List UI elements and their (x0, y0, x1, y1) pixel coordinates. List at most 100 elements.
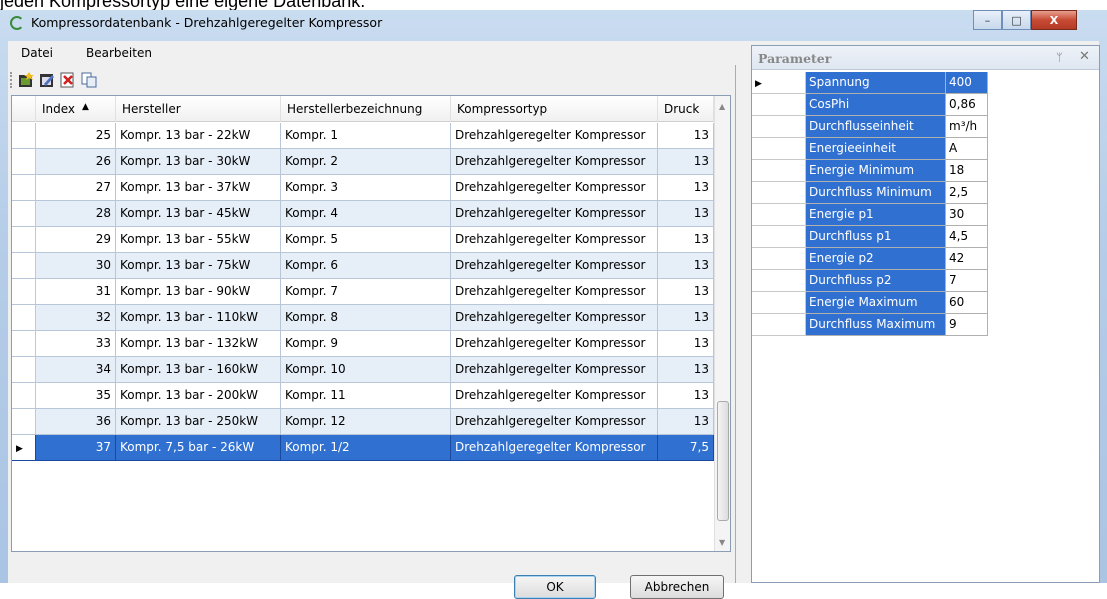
cell-typ[interactable]: Drehzahlgeregelter Kompressor (451, 253, 658, 279)
minimize-button[interactable]: – (973, 10, 1002, 30)
row-selector[interactable] (12, 123, 36, 149)
parameter-value[interactable]: 18 (946, 160, 988, 182)
cell-hersteller[interactable]: Kompr. 13 bar - 160kW (116, 357, 281, 383)
cell-typ[interactable]: Drehzahlgeregelter Kompressor (451, 383, 658, 409)
cell-typ[interactable]: Drehzahlgeregelter Kompressor (451, 409, 658, 435)
cell-druck[interactable]: 7,5 (658, 435, 714, 461)
row-selector[interactable] (12, 409, 36, 435)
toolbar-grip[interactable] (10, 72, 13, 88)
cell-typ[interactable]: Drehzahlgeregelter Kompressor (451, 123, 658, 149)
cell-bezeichnung[interactable]: Kompr. 7 (281, 279, 451, 305)
cell-druck[interactable]: 13 (658, 279, 714, 305)
parameter-value[interactable]: 0,86 (946, 94, 988, 116)
cell-hersteller[interactable]: Kompr. 13 bar - 75kW (116, 253, 281, 279)
cell-bezeichnung[interactable]: Kompr. 12 (281, 409, 451, 435)
cell-bezeichnung[interactable]: Kompr. 11 (281, 383, 451, 409)
cell-druck[interactable]: 13 (658, 201, 714, 227)
cell-druck[interactable]: 13 (658, 331, 714, 357)
header-herstellerbezeichnung[interactable]: Herstellerbezeichnung (281, 96, 451, 122)
parameter-row-selector[interactable] (752, 248, 806, 270)
row-selector[interactable] (12, 279, 36, 305)
cell-hersteller[interactable]: Kompr. 13 bar - 90kW (116, 279, 281, 305)
parameter-row-selector[interactable] (752, 292, 806, 314)
new-record-icon[interactable] (18, 72, 34, 88)
cell-typ[interactable]: Drehzahlgeregelter Kompressor (451, 435, 658, 461)
header-index[interactable]: Index (36, 96, 116, 122)
cell-hersteller[interactable]: Kompr. 13 bar - 37kW (116, 175, 281, 201)
row-selector[interactable] (12, 357, 36, 383)
table-row[interactable]: 30 Kompr. 13 bar - 75kW Kompr. 6 Drehzahlge… (12, 253, 714, 279)
cell-index[interactable]: 36 (36, 409, 116, 435)
copy-record-icon[interactable] (81, 72, 97, 88)
table-row[interactable]: 29 Kompr. 13 bar - 55kW Kompr. 5 Drehzahlge… (12, 227, 714, 253)
cell-hersteller[interactable]: Kompr. 13 bar - 132kW (116, 331, 281, 357)
cell-index[interactable]: 37 (36, 435, 116, 461)
cell-index[interactable]: 27 (36, 175, 116, 201)
cell-bezeichnung[interactable]: Kompr. 2 (281, 149, 451, 175)
cell-druck[interactable]: 13 (658, 149, 714, 175)
header-kompressortyp[interactable]: Kompressortyp (451, 96, 658, 122)
cell-druck[interactable]: 13 (658, 357, 714, 383)
parameter-value[interactable]: 42 (946, 248, 988, 270)
cell-hersteller[interactable]: Kompr. 13 bar - 22kW (116, 123, 281, 149)
vertical-scrollbar[interactable]: ▲ ▼ (714, 96, 730, 551)
parameter-row-selector[interactable] (752, 116, 806, 138)
cell-hersteller[interactable]: Kompr. 13 bar - 200kW (116, 383, 281, 409)
cell-bezeichnung[interactable]: Kompr. 8 (281, 305, 451, 331)
row-selector[interactable] (12, 383, 36, 409)
cell-druck[interactable]: 13 (658, 253, 714, 279)
cell-index[interactable]: 29 (36, 227, 116, 253)
parameter-value[interactable]: 4,5 (946, 226, 988, 248)
row-selector[interactable] (12, 253, 36, 279)
cell-index[interactable]: 32 (36, 305, 116, 331)
cell-index[interactable]: 33 (36, 331, 116, 357)
table-row[interactable]: 35 Kompr. 13 bar - 200kW Kompr. 11 Drehzahl… (12, 383, 714, 409)
parameter-row-selector[interactable] (752, 314, 806, 336)
cell-hersteller[interactable]: Kompr. 13 bar - 110kW (116, 305, 281, 331)
cell-index[interactable]: 28 (36, 201, 116, 227)
maximize-button[interactable]: □ (1002, 10, 1031, 30)
cell-bezeichnung[interactable]: Kompr. 3 (281, 175, 451, 201)
cell-hersteller[interactable]: Kompr. 13 bar - 55kW (116, 227, 281, 253)
parameter-value[interactable]: 60 (946, 292, 988, 314)
close-button[interactable]: X (1031, 10, 1077, 30)
cell-druck[interactable]: 13 (658, 227, 714, 253)
cell-typ[interactable]: Drehzahlgeregelter Kompressor (451, 227, 658, 253)
panel-close-icon[interactable]: ✕ (1079, 49, 1090, 64)
cell-druck[interactable]: 13 (658, 123, 714, 149)
cell-druck[interactable]: 13 (658, 383, 714, 409)
cell-typ[interactable]: Drehzahlgeregelter Kompressor (451, 175, 658, 201)
parameter-row-selector[interactable] (752, 204, 806, 226)
cell-typ[interactable]: Drehzahlgeregelter Kompressor (451, 201, 658, 227)
cell-index[interactable]: 30 (36, 253, 116, 279)
table-row[interactable]: 26 Kompr. 13 bar - 30kW Kompr. 2 Drehzahlge… (12, 149, 714, 175)
parameter-row-selector[interactable] (752, 160, 806, 182)
row-selector[interactable] (12, 331, 36, 357)
header-hersteller[interactable]: Hersteller (116, 96, 281, 122)
ok-button[interactable]: OK (514, 575, 596, 599)
cell-index[interactable]: 25 (36, 123, 116, 149)
table-row[interactable]: 31 Kompr. 13 bar - 90kW Kompr. 7 Drehzahlge… (12, 279, 714, 305)
table-row[interactable]: ▶ 37 Kompr. 7,5 bar - 26kW Kompr. 1/2 Drehza… (12, 435, 714, 461)
parameter-value[interactable]: m³/h (946, 116, 988, 138)
menu-datei[interactable]: Datei (21, 46, 53, 60)
cancel-button[interactable]: Abbrechen (630, 575, 724, 599)
parameter-value[interactable]: A (946, 138, 988, 160)
cell-hersteller[interactable]: Kompr. 13 bar - 45kW (116, 201, 281, 227)
table-row[interactable]: 36 Kompr. 13 bar - 250kW Kompr. 12 Drehzahl… (12, 409, 714, 435)
scroll-thumb[interactable] (717, 401, 729, 521)
cell-index[interactable]: 34 (36, 357, 116, 383)
scroll-up-icon[interactable]: ▲ (719, 102, 725, 111)
cell-druck[interactable]: 13 (658, 175, 714, 201)
parameter-row-selector[interactable] (752, 270, 806, 292)
row-selector[interactable] (12, 305, 36, 331)
cell-druck[interactable]: 13 (658, 305, 714, 331)
cell-index[interactable]: 35 (36, 383, 116, 409)
row-selector[interactable] (12, 149, 36, 175)
parameter-value[interactable]: 9 (946, 314, 988, 336)
cell-index[interactable]: 26 (36, 149, 116, 175)
cell-bezeichnung[interactable]: Kompr. 5 (281, 227, 451, 253)
cell-bezeichnung[interactable]: Kompr. 4 (281, 201, 451, 227)
cell-index[interactable]: 31 (36, 279, 116, 305)
cell-typ[interactable]: Drehzahlgeregelter Kompressor (451, 305, 658, 331)
